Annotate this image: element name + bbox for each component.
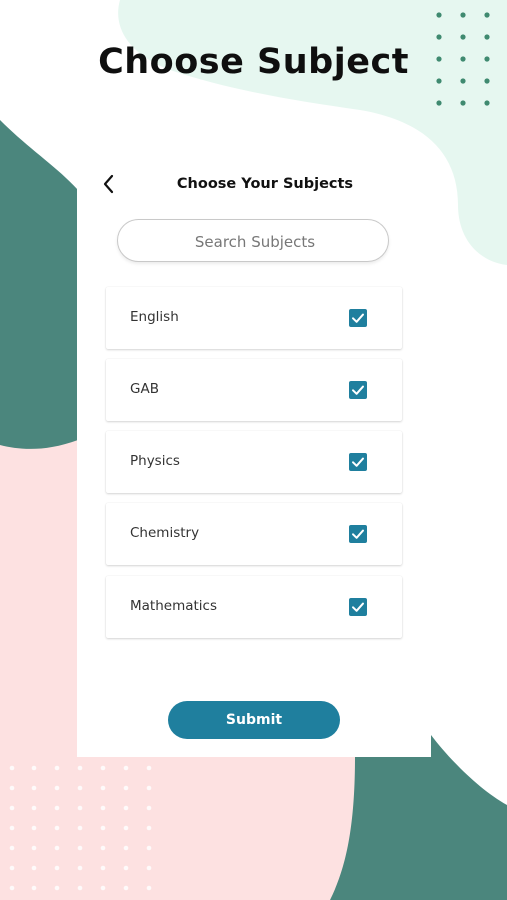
checkbox-checked-icon[interactable] — [349, 453, 367, 471]
subject-row-physics[interactable]: Physics — [106, 431, 402, 493]
search-input[interactable] — [118, 220, 392, 263]
subject-label: Chemistry — [130, 525, 200, 541]
card-title: Choose Your Subjects — [176, 176, 354, 192]
subject-label: Mathematics — [130, 598, 217, 614]
subject-row-english[interactable]: English — [106, 287, 402, 349]
checkbox-checked-icon[interactable] — [349, 381, 367, 399]
subject-row-mathematics[interactable]: Mathematics — [106, 576, 402, 638]
submit-button[interactable]: Submit — [168, 701, 340, 739]
subject-row-chemistry[interactable]: Chemistry — [106, 503, 402, 565]
teal-blob-left — [0, 120, 78, 449]
checkbox-checked-icon[interactable] — [349, 525, 367, 543]
page-title: Choose Subject — [98, 42, 409, 82]
chevron-left-icon — [103, 174, 114, 194]
subject-label: Physics — [130, 453, 180, 469]
search-field[interactable] — [117, 219, 392, 263]
back-button[interactable] — [100, 172, 118, 196]
subject-label: GAB — [130, 381, 159, 397]
subject-row-gab[interactable]: GAB — [106, 359, 402, 421]
checkbox-checked-icon[interactable] — [349, 309, 367, 327]
subject-label: English — [130, 309, 179, 325]
teal-blob-bottom — [330, 735, 507, 900]
checkbox-checked-icon[interactable] — [349, 598, 367, 616]
